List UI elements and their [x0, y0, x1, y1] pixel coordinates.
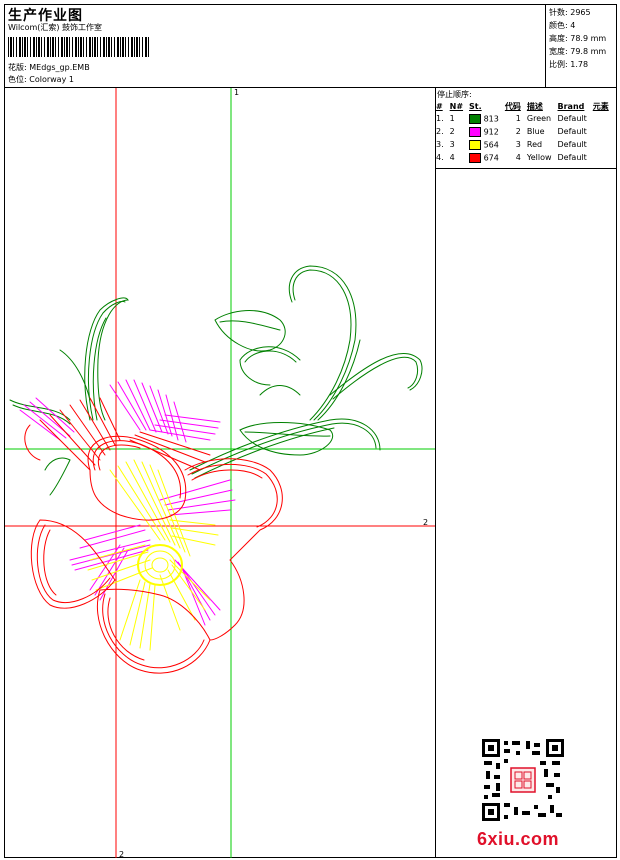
- site-logo: 6xiu.com: [477, 829, 560, 849]
- guide-label-top: 1: [234, 88, 239, 97]
- guide-label-right: 2: [423, 518, 428, 527]
- embroidery-design: 1 2 2: [5, 88, 435, 859]
- embroidery-motif: [9, 265, 423, 674]
- guide-label-bottom: 2: [119, 850, 124, 859]
- red-petals: [24, 397, 283, 674]
- qr-code-icon: [482, 739, 564, 821]
- green-stems: [9, 265, 423, 496]
- magenta-petals: [19, 379, 236, 626]
